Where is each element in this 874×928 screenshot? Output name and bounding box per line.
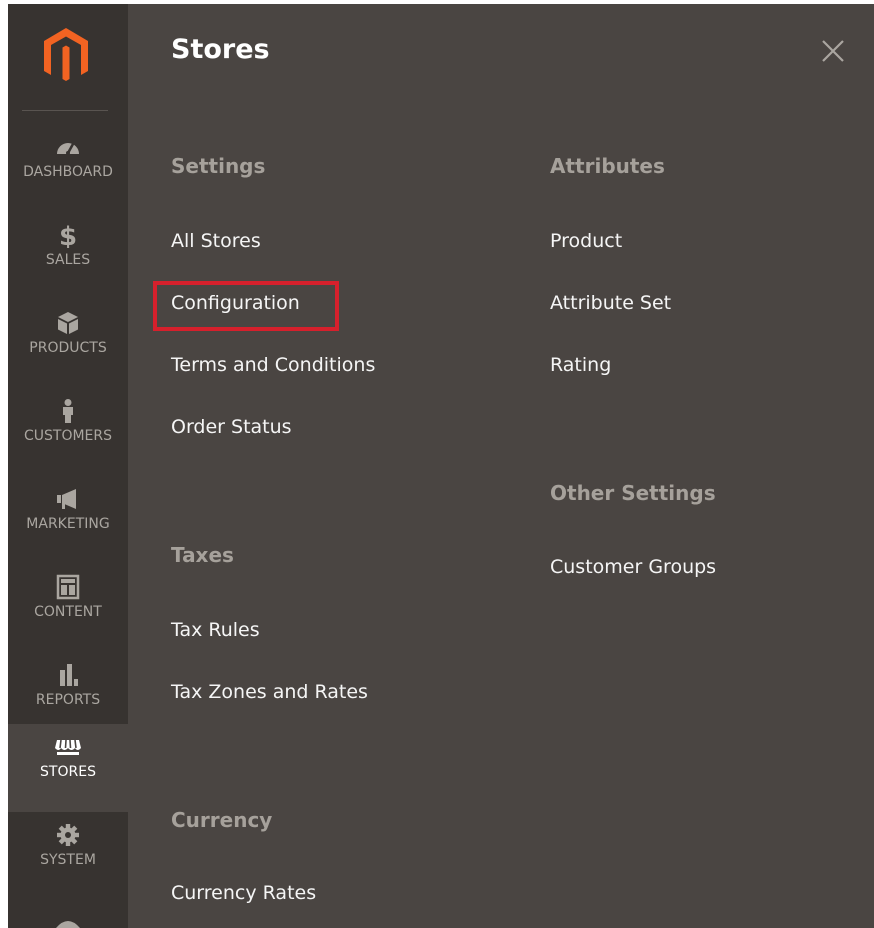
sidebar-item-label: PRODUCTS	[29, 340, 107, 356]
layout-icon	[56, 574, 80, 600]
section-heading-other-settings: Other Settings	[550, 481, 716, 505]
find-partners-icon[interactable]	[54, 914, 82, 928]
section-heading-attributes: Attributes	[550, 154, 665, 178]
sidebar-item-sales[interactable]: $ SALES	[8, 212, 128, 300]
logo-divider	[22, 110, 108, 111]
menu-link-customer-groups[interactable]: Customer Groups	[550, 556, 716, 578]
bar-chart-icon	[60, 664, 78, 686]
admin-sidebar: DASHBOARD $ SALES PRODUCTS CUSTOMERS MAR…	[8, 4, 128, 928]
sidebar-item-label: CONTENT	[34, 604, 102, 620]
svg-text:$: $	[59, 222, 77, 248]
section-heading-currency: Currency	[171, 808, 273, 832]
sidebar-item-system[interactable]: SYSTEM	[8, 812, 128, 900]
magento-logo-icon[interactable]	[38, 26, 94, 82]
storefront-icon	[55, 739, 81, 755]
menu-link-all-stores[interactable]: All Stores	[171, 230, 261, 252]
menu-link-attribute-set[interactable]: Attribute Set	[550, 292, 671, 314]
section-heading-taxes: Taxes	[171, 543, 234, 567]
sidebar-item-marketing[interactable]: MARKETING	[8, 476, 128, 564]
gear-icon	[57, 824, 79, 846]
menu-link-order-status[interactable]: Order Status	[171, 416, 292, 438]
cube-icon	[58, 312, 78, 334]
sidebar-item-label: REPORTS	[35, 692, 101, 708]
menu-link-terms-and-conditions[interactable]: Terms and Conditions	[171, 354, 375, 376]
sidebar-item-label: SYSTEM	[40, 852, 96, 868]
menu-link-currency-rates[interactable]: Currency Rates	[171, 882, 316, 904]
person-icon	[63, 399, 73, 423]
sidebar-item-customers[interactable]: CUSTOMERS	[8, 388, 128, 476]
configuration-highlight-box	[153, 281, 339, 331]
sidebar-item-label: SALES	[45, 252, 91, 268]
megaphone-icon	[57, 489, 76, 509]
sidebar-item-label: CUSTOMERS	[23, 428, 113, 444]
sidebar-item-content[interactable]: CONTENT	[8, 564, 128, 652]
section-heading-settings: Settings	[171, 154, 266, 178]
dollar-icon: $	[59, 222, 77, 248]
sidebar-item-stores[interactable]: STORES	[8, 724, 128, 812]
menu-link-tax-rules[interactable]: Tax Rules	[171, 619, 260, 641]
close-icon[interactable]	[818, 36, 848, 66]
dashboard-gauge-icon	[57, 143, 79, 155]
sidebar-item-label: STORES	[40, 764, 96, 780]
panel-title: Stores	[171, 34, 270, 65]
sidebar-item-label: DASHBOARD	[23, 164, 113, 180]
sidebar-item-label: MARKETING	[26, 516, 110, 532]
menu-link-tax-zones-and-rates[interactable]: Tax Zones and Rates	[171, 681, 368, 703]
sidebar-item-products[interactable]: PRODUCTS	[8, 300, 128, 388]
menu-link-product[interactable]: Product	[550, 230, 622, 252]
admin-frame: DASHBOARD $ SALES PRODUCTS CUSTOMERS MAR…	[8, 4, 874, 928]
sidebar-item-dashboard[interactable]: DASHBOARD	[8, 124, 128, 212]
menu-link-rating[interactable]: Rating	[550, 354, 611, 376]
